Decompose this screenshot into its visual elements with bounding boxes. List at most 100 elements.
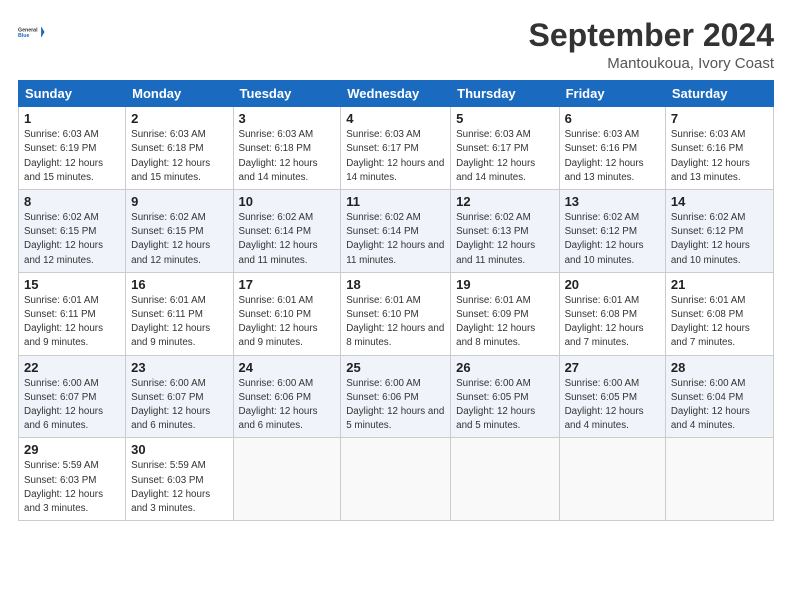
day-info: Sunrise: 6:02 AM Sunset: 6:12 PM Dayligh… <box>565 211 660 268</box>
calendar-table: Sunday Monday Tuesday Wednesday Thursday… <box>18 80 774 521</box>
table-row <box>665 438 773 521</box>
table-row: 19Sunrise: 6:01 AM Sunset: 6:09 PM Dayli… <box>451 272 559 355</box>
day-number: 21 <box>671 277 768 292</box>
day-number: 15 <box>24 277 120 292</box>
day-info: Sunrise: 6:00 AM Sunset: 6:06 PM Dayligh… <box>239 377 336 434</box>
day-info: Sunrise: 6:01 AM Sunset: 6:08 PM Dayligh… <box>671 294 768 351</box>
table-row <box>451 438 559 521</box>
table-row: 14Sunrise: 6:02 AM Sunset: 6:12 PM Dayli… <box>665 190 773 273</box>
col-friday: Friday <box>559 81 665 107</box>
day-info: Sunrise: 6:03 AM Sunset: 6:17 PM Dayligh… <box>456 128 553 185</box>
col-saturday: Saturday <box>665 81 773 107</box>
table-row: 30 Sunrise: 5:59 AM Sunset: 6:03 PM Dayli… <box>126 438 233 521</box>
table-row: 21 Sunrise: 6:01 AM Sunset: 6:08 PM Dayli… <box>665 272 773 355</box>
day-info: Sunrise: 6:00 AM Sunset: 6:05 PM Dayligh… <box>565 377 660 434</box>
day-info: Sunrise: 6:01 AM Sunset: 6:11 PM Dayligh… <box>24 294 120 351</box>
day-info: Sunrise: 5:59 AM Sunset: 6:03 PM Dayligh… <box>131 459 227 516</box>
day-number: 28 <box>671 360 768 375</box>
table-row <box>233 438 341 521</box>
table-row: 3Sunrise: 6:03 AM Sunset: 6:18 PM Daylig… <box>233 107 341 190</box>
day-info: Sunrise: 6:02 AM Sunset: 6:15 PM Dayligh… <box>131 211 227 268</box>
day-info: Sunrise: 6:00 AM Sunset: 6:04 PM Dayligh… <box>671 377 768 434</box>
day-info: Sunrise: 5:59 AM Sunset: 6:03 PM Dayligh… <box>24 459 120 516</box>
day-number: 25 <box>346 360 445 375</box>
table-row: 6 Sunrise: 6:03 AM Sunset: 6:16 PM Daylig… <box>559 107 665 190</box>
day-number: 29 <box>24 442 120 457</box>
table-row: 27Sunrise: 6:00 AM Sunset: 6:05 PM Dayli… <box>559 355 665 438</box>
day-info: Sunrise: 6:03 AM Sunset: 6:18 PM Dayligh… <box>239 128 336 185</box>
table-row: 29 Sunrise: 5:59 AM Sunset: 6:03 PM Dayli… <box>19 438 126 521</box>
table-row: 4 Sunrise: 6:03 AM Sunset: 6:17 PM Daylig… <box>341 107 451 190</box>
calendar-week-row: 1 Sunrise: 6:03 AM Sunset: 6:19 PM Daylig… <box>19 107 774 190</box>
day-number: 8 <box>24 194 120 209</box>
table-row: 24 Sunrise: 6:00 AM Sunset: 6:06 PM Dayli… <box>233 355 341 438</box>
table-row: 20Sunrise: 6:01 AM Sunset: 6:08 PM Dayli… <box>559 272 665 355</box>
day-number: 30 <box>131 442 227 457</box>
table-row: 5 Sunrise: 6:03 AM Sunset: 6:17 PM Daylig… <box>451 107 559 190</box>
day-number: 26 <box>456 360 553 375</box>
day-info: Sunrise: 6:00 AM Sunset: 6:05 PM Dayligh… <box>456 377 553 434</box>
day-info: Sunrise: 6:01 AM Sunset: 6:08 PM Dayligh… <box>565 294 660 351</box>
calendar-week-row: 29 Sunrise: 5:59 AM Sunset: 6:03 PM Dayli… <box>19 438 774 521</box>
title-block: September 2024 Mantoukoua, Ivory Coast <box>529 18 774 72</box>
table-row: 26 Sunrise: 6:00 AM Sunset: 6:05 PM Dayli… <box>451 355 559 438</box>
col-monday: Monday <box>126 81 233 107</box>
table-row: 12 Sunrise: 6:02 AM Sunset: 6:13 PM Dayli… <box>451 190 559 273</box>
day-number: 16 <box>131 277 227 292</box>
day-info: Sunrise: 6:02 AM Sunset: 6:14 PM Dayligh… <box>239 211 336 268</box>
table-row: 17 Sunrise: 6:01 AM Sunset: 6:10 PM Dayli… <box>233 272 341 355</box>
day-number: 18 <box>346 277 445 292</box>
location-title: Mantoukoua, Ivory Coast <box>529 55 774 72</box>
header: GeneralBlue September 2024 Mantoukoua, I… <box>18 18 774 72</box>
calendar-week-row: 22 Sunrise: 6:00 AM Sunset: 6:07 PM Dayli… <box>19 355 774 438</box>
header-row: Sunday Monday Tuesday Wednesday Thursday… <box>19 81 774 107</box>
table-row: 10 Sunrise: 6:02 AM Sunset: 6:14 PM Dayli… <box>233 190 341 273</box>
table-row <box>559 438 665 521</box>
col-thursday: Thursday <box>451 81 559 107</box>
col-wednesday: Wednesday <box>341 81 451 107</box>
day-number: 5 <box>456 111 553 126</box>
day-info: Sunrise: 6:02 AM Sunset: 6:13 PM Dayligh… <box>456 211 553 268</box>
table-row: 18 Sunrise: 6:01 AM Sunset: 6:10 PM Dayli… <box>341 272 451 355</box>
day-number: 13 <box>565 194 660 209</box>
day-info: Sunrise: 6:00 AM Sunset: 6:06 PM Dayligh… <box>346 377 445 434</box>
table-row: 25 Sunrise: 6:00 AM Sunset: 6:06 PM Dayli… <box>341 355 451 438</box>
day-number: 17 <box>239 277 336 292</box>
day-info: Sunrise: 6:03 AM Sunset: 6:17 PM Dayligh… <box>346 128 445 185</box>
day-number: 22 <box>24 360 120 375</box>
day-info: Sunrise: 6:00 AM Sunset: 6:07 PM Dayligh… <box>131 377 227 434</box>
day-number: 7 <box>671 111 768 126</box>
table-row: 16 Sunrise: 6:01 AM Sunset: 6:11 PM Dayli… <box>126 272 233 355</box>
day-info: Sunrise: 6:02 AM Sunset: 6:14 PM Dayligh… <box>346 211 445 268</box>
table-row: 22Sunrise: 6:00 AM Sunset: 6:07 PM Dayli… <box>19 355 126 438</box>
day-info: Sunrise: 6:03 AM Sunset: 6:19 PM Dayligh… <box>24 128 120 185</box>
day-number: 23 <box>131 360 227 375</box>
table-row: 8 Sunrise: 6:02 AM Sunset: 6:15 PM Daylig… <box>19 190 126 273</box>
calendar-week-row: 15 Sunrise: 6:01 AM Sunset: 6:11 PM Dayli… <box>19 272 774 355</box>
col-sunday: Sunday <box>19 81 126 107</box>
table-row: 7 Sunrise: 6:03 AM Sunset: 6:16 PM Daylig… <box>665 107 773 190</box>
day-info: Sunrise: 6:02 AM Sunset: 6:15 PM Dayligh… <box>24 211 120 268</box>
day-info: Sunrise: 6:01 AM Sunset: 6:09 PM Dayligh… <box>456 294 553 351</box>
day-info: Sunrise: 6:03 AM Sunset: 6:16 PM Dayligh… <box>565 128 660 185</box>
day-number: 24 <box>239 360 336 375</box>
day-info: Sunrise: 6:01 AM Sunset: 6:11 PM Dayligh… <box>131 294 227 351</box>
table-row: 23 Sunrise: 6:00 AM Sunset: 6:07 PM Dayli… <box>126 355 233 438</box>
table-row: 11 Sunrise: 6:02 AM Sunset: 6:14 PM Dayli… <box>341 190 451 273</box>
day-info: Sunrise: 6:02 AM Sunset: 6:12 PM Dayligh… <box>671 211 768 268</box>
day-number: 4 <box>346 111 445 126</box>
day-info: Sunrise: 6:03 AM Sunset: 6:16 PM Dayligh… <box>671 128 768 185</box>
table-row: 15 Sunrise: 6:01 AM Sunset: 6:11 PM Dayli… <box>19 272 126 355</box>
svg-text:Blue: Blue <box>18 33 29 39</box>
col-tuesday: Tuesday <box>233 81 341 107</box>
day-info: Sunrise: 6:01 AM Sunset: 6:10 PM Dayligh… <box>239 294 336 351</box>
day-number: 11 <box>346 194 445 209</box>
day-number: 1 <box>24 111 120 126</box>
day-info: Sunrise: 6:01 AM Sunset: 6:10 PM Dayligh… <box>346 294 445 351</box>
day-info: Sunrise: 6:03 AM Sunset: 6:18 PM Dayligh… <box>131 128 227 185</box>
day-number: 10 <box>239 194 336 209</box>
day-number: 12 <box>456 194 553 209</box>
svg-text:General: General <box>18 27 38 33</box>
day-number: 6 <box>565 111 660 126</box>
day-number: 9 <box>131 194 227 209</box>
